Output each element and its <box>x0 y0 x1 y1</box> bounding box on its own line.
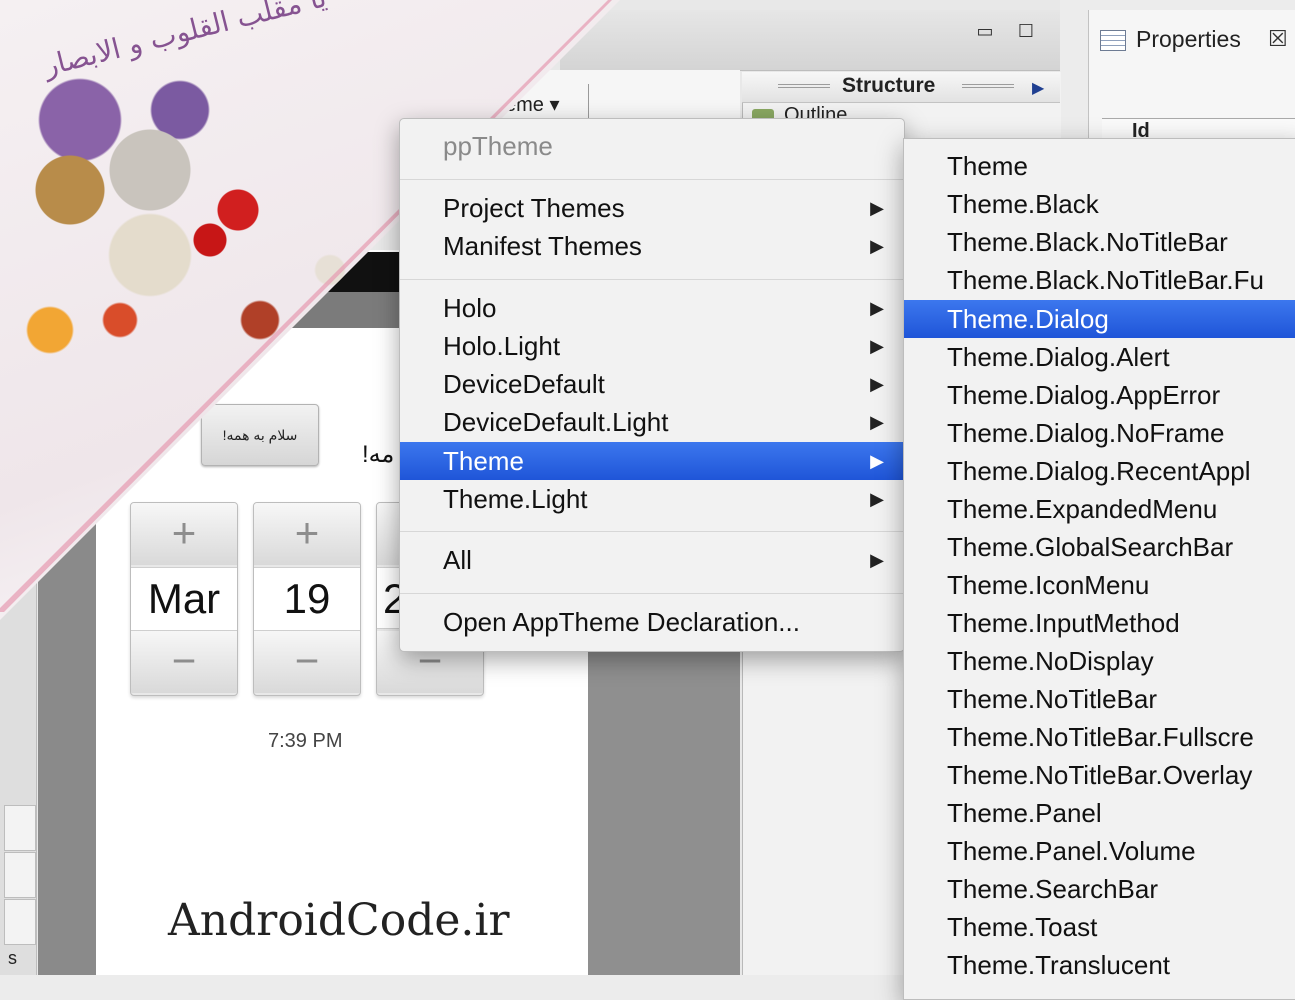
submenu-arrow-icon: ▶ <box>870 412 884 432</box>
submenu-item[interactable]: Theme.InputMethod <box>904 604 1295 642</box>
submenu-arrow-icon: ▶ <box>870 336 884 356</box>
properties-icon <box>1100 30 1126 51</box>
submenu-item[interactable]: Theme.Dialog.Alert <box>904 338 1295 376</box>
submenu-item[interactable]: Theme.Dialog.AppError <box>904 376 1295 414</box>
submenu-item[interactable]: Theme.NoTitleBar.Fullscre <box>904 718 1295 756</box>
month-value: Mar <box>131 567 237 631</box>
increment-button[interactable]: + <box>254 503 360 565</box>
increment-button[interactable]: + <box>131 503 237 565</box>
close-icon[interactable]: ☒ <box>1268 26 1288 52</box>
theme-menu: ppTheme Project Themes ▶ Manifest Themes ▶… <box>399 118 905 652</box>
menu-item-theme-light[interactable]: Theme.Light ▶ <box>400 480 904 518</box>
hello-textview: مه! <box>362 441 395 468</box>
palette-tab[interactable] <box>4 852 36 898</box>
submenu-item[interactable]: Theme.IconMenu <box>904 566 1295 604</box>
submenu-item[interactable]: Theme.Dialog.NoFrame <box>904 414 1295 452</box>
submenu-item[interactable]: Theme.Panel.Volume <box>904 832 1295 870</box>
panel-grip[interactable] <box>962 84 1014 88</box>
menu-item-devicedefault[interactable]: DeviceDefault ▶ <box>400 365 904 403</box>
submenu-item[interactable]: Theme.Black.NoTitleBar <box>904 223 1295 261</box>
palette-tab[interactable] <box>4 805 36 851</box>
submenu-item[interactable]: Theme.Toast <box>904 908 1295 946</box>
decrement-button[interactable]: − <box>254 631 360 693</box>
view-menu-arrow-icon[interactable]: ▶ <box>1032 78 1044 98</box>
submenu-item[interactable]: Theme.NoDisplay <box>904 642 1295 680</box>
submenu-item[interactable]: Theme.GlobalSearchBar <box>904 528 1295 566</box>
menu-item-holo-light[interactable]: Holo.Light ▶ <box>400 327 904 365</box>
submenu-item[interactable]: Theme <box>904 147 1295 185</box>
menu-item-theme[interactable]: Theme ▶ <box>400 442 904 480</box>
menu-item-project-themes[interactable]: Project Themes ▶ <box>400 189 904 227</box>
submenu-item[interactable]: Theme.NoTitleBar <box>904 680 1295 718</box>
submenu-item[interactable]: Theme.Dialog.RecentAppl <box>904 452 1295 490</box>
submenu-arrow-icon: ▶ <box>870 489 884 509</box>
submenu-arrow-icon: ▶ <box>870 374 884 394</box>
time-textview: 7:39 PM <box>268 730 343 752</box>
minimize-icon[interactable]: ▭ <box>975 22 995 40</box>
menu-item-devicedefault-light[interactable]: DeviceDefault.Light ▶ <box>400 403 904 441</box>
menu-item-holo[interactable]: Holo ▶ <box>400 289 904 327</box>
submenu-arrow-icon: ▶ <box>870 298 884 318</box>
palette-label: s <box>8 948 17 968</box>
submenu-arrow-icon: ▶ <box>870 236 884 256</box>
submenu-item-selected[interactable]: Theme.Dialog <box>904 300 1295 338</box>
day-value: 19 <box>254 567 360 631</box>
maximize-icon[interactable]: ☐ <box>1016 22 1036 40</box>
menu-item-open-declaration[interactable]: Open AppTheme Declaration... <box>400 603 904 641</box>
menu-item-manifest-themes[interactable]: Manifest Themes ▶ <box>400 227 904 265</box>
menu-separator <box>400 593 904 594</box>
submenu-item[interactable]: Theme.Panel <box>904 794 1295 832</box>
watermark-brand: AndroidCode.ir <box>168 895 510 946</box>
hello-button[interactable]: سلام به همه! <box>201 404 319 466</box>
submenu-arrow-icon: ▶ <box>870 550 884 570</box>
menu-header: ppTheme <box>443 131 553 161</box>
theme-submenu: Theme Theme.Black Theme.Black.NoTitleBar… <box>903 138 1295 1000</box>
submenu-item[interactable]: Theme.Black.NoTitleBar.Fu <box>904 261 1295 299</box>
menu-separator <box>400 531 904 532</box>
month-picker[interactable]: + Mar − <box>130 502 238 696</box>
palette-tab[interactable] <box>4 899 36 945</box>
submenu-item[interactable]: Theme.Translucent <box>904 946 1295 984</box>
menu-separator <box>400 279 904 280</box>
structure-title: Structure <box>842 74 936 97</box>
submenu-arrow-icon: ▶ <box>870 451 884 471</box>
panel-grip[interactable] <box>778 84 830 88</box>
day-picker[interactable]: + 19 − <box>253 502 361 696</box>
properties-title[interactable]: Properties <box>1136 26 1241 53</box>
submenu-item[interactable]: Theme.ExpandedMenu <box>904 490 1295 528</box>
submenu-item[interactable]: Theme.NoTitleBar.Overlay <box>904 756 1295 794</box>
menu-separator <box>400 179 904 180</box>
menu-item-all[interactable]: All ▶ <box>400 541 904 579</box>
submenu-item[interactable]: Theme.SearchBar <box>904 870 1295 908</box>
submenu-item[interactable]: Theme.Black <box>904 185 1295 223</box>
decrement-button[interactable]: − <box>131 631 237 693</box>
submenu-arrow-icon: ▶ <box>870 198 884 218</box>
